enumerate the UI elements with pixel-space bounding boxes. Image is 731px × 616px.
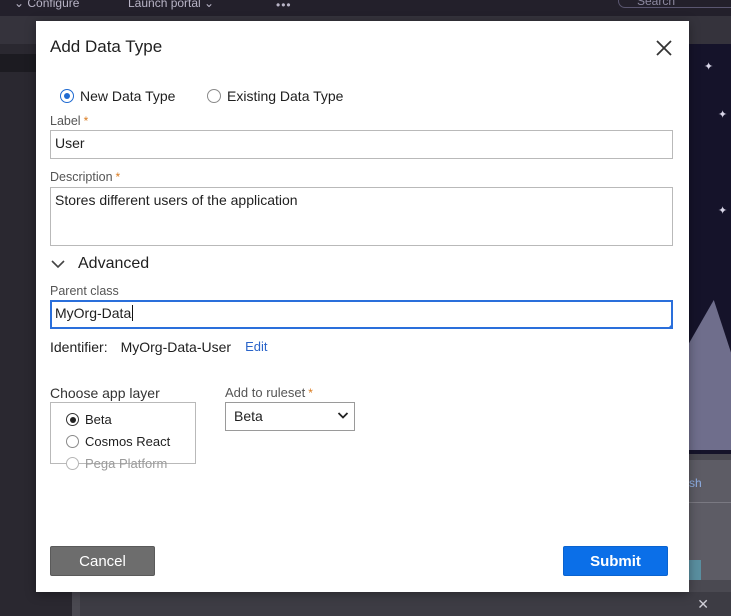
star-icon: ✦ [718,109,728,121]
background-bottom-bar: ✕ [80,592,731,616]
submit-button[interactable]: Submit [563,546,668,576]
ruleset-label-text: Add to ruleset [225,385,306,400]
close-button[interactable] [652,36,676,60]
identifier-label: Identifier: [50,339,108,355]
background-topbar: ⌄ Configure Launch portal ⌄ ••• Search [0,0,731,16]
description-field-label: Description * [50,170,120,184]
app-layer-option-cosmos-react[interactable]: Cosmos React [66,434,170,449]
label-field-label: Label * [50,114,88,128]
cancel-button[interactable]: Cancel [50,546,155,576]
required-indicator: * [115,170,121,184]
app-layer-option-label: Cosmos React [85,434,171,449]
description-field-text: Description [50,170,113,184]
ruleset-select[interactable]: Beta [225,402,355,431]
label-field-text: Label [50,114,81,128]
nav-launch-portal[interactable]: Launch portal ⌄ [128,0,214,10]
ruleset-selected-value: Beta [234,408,263,424]
star-icon: ✦ [704,61,714,73]
app-layer-option-label: Beta [85,412,112,427]
background-card-accent [689,560,701,580]
star-icon: ✦ [718,205,728,217]
parent-class-label: Parent class [50,284,119,298]
advanced-label: Advanced [78,255,150,272]
focus-corner-marker [667,323,673,329]
identifier-value: MyOrg-Data-User [120,339,232,355]
background-left-strip [0,54,36,72]
identifier-edit-link[interactable]: Edit [245,339,267,355]
add-data-type-dialog: Add Data Type New Data Type Existing Dat… [36,21,689,592]
existing-data-type-label: Existing Data Type [227,88,344,104]
existing-data-type-option[interactable]: Existing Data Type [207,87,343,105]
app-layer-option-pega-platform: Pega Platform [66,456,167,471]
background-card-link[interactable]: sh [689,476,702,490]
radio-selected-icon[interactable] [66,413,79,426]
app-layer-label: Choose app layer [50,385,160,401]
new-data-type-option[interactable]: New Data Type [60,87,175,105]
required-indicator: * [308,386,313,400]
advanced-toggle[interactable]: Advanced [50,255,149,273]
parent-class-input[interactable]: MyOrg-Data [50,300,673,329]
app-layer-option-label: Pega Platform [85,456,168,471]
description-textarea[interactable]: Stores different users of the applicatio… [50,187,673,246]
app-layer-group: Beta Cosmos React Pega Platform [50,402,196,471]
close-icon[interactable]: ✕ [697,596,709,613]
nav-configure[interactable]: ⌄ Configure [14,0,79,10]
dialog-title: Add Data Type [50,37,163,56]
app-layer-option-beta[interactable]: Beta [66,412,112,427]
chevron-down-icon [337,412,349,419]
label-input[interactable]: User [50,130,673,159]
required-indicator: * [83,114,89,128]
parent-class-value: MyOrg-Data [55,305,132,321]
background-search-input[interactable]: Search [618,0,731,8]
text-cursor [132,305,134,321]
more-icon[interactable]: ••• [276,0,292,12]
radio-unselected-icon[interactable] [66,435,79,448]
ruleset-label: Add to ruleset * [225,385,313,400]
chevron-down-icon [51,260,65,269]
close-icon [656,40,672,56]
identifier-row: Identifier: MyOrg-Data-User Edit [50,339,267,355]
new-data-type-label: New Data Type [80,88,176,104]
background-card-divider [689,502,731,503]
radio-disabled-icon [66,457,79,470]
radio-selected-icon[interactable] [60,89,74,103]
radio-unselected-icon[interactable] [207,89,221,103]
